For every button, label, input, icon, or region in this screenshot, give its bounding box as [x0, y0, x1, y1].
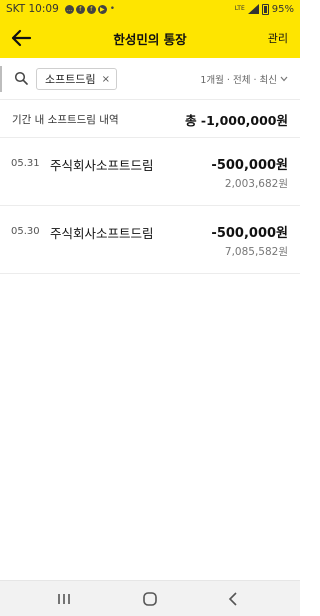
status-time: SKT 10:09 — [6, 3, 59, 15]
transaction-balance: 7,085,582원 — [224, 246, 288, 258]
filter-bar: 소프트드림 × 1개월 · 전체 · 최신 — [0, 58, 300, 100]
keyword-chip[interactable]: 소프트드림 × — [36, 68, 117, 90]
status-bar: SKT 10:09 … f f ▶ • LTE 95% — [0, 0, 300, 18]
facebook-icon: f — [75, 4, 85, 14]
facebook-icon: f — [86, 4, 96, 14]
summary-total: 총 -1,000,000원 — [185, 113, 288, 128]
transaction-balance: 2,003,682원 — [224, 178, 288, 190]
transaction-date: 05.31 — [11, 158, 40, 169]
transaction-date: 05.30 — [11, 226, 40, 237]
drawer-edge — [0, 66, 2, 92]
transaction-row[interactable]: 05.31 주식회사소프트드림 -500,000원 2,003,682원 — [0, 138, 300, 206]
battery-percent: 95% — [271, 3, 294, 15]
close-icon[interactable]: × — [102, 74, 110, 85]
app-bar: 한성민의 통장 관리 — [0, 18, 300, 58]
youtube-icon: ▶ — [97, 4, 107, 14]
transaction-amount: -500,000원 — [211, 158, 288, 173]
recents-icon[interactable] — [52, 589, 76, 609]
filter-options-label: 1개월 · 전체 · 최신 — [200, 75, 277, 86]
search-icon[interactable] — [14, 71, 28, 85]
keyword-chip-label: 소프트드림 — [45, 73, 96, 86]
system-nav-bar — [0, 580, 300, 616]
more-notifications-icon: • — [109, 4, 116, 14]
signal-icon — [247, 4, 259, 14]
transaction-row[interactable]: 05.30 주식회사소프트드림 -500,000원 7,085,582원 — [0, 206, 300, 274]
network-type: LTE — [234, 5, 245, 12]
transaction-name: 주식회사소프트드림 — [50, 158, 154, 173]
arrow-left-icon[interactable] — [10, 28, 32, 48]
home-icon[interactable] — [138, 589, 162, 609]
transaction-amount: -500,000원 — [211, 226, 288, 241]
filter-options-button[interactable]: 1개월 · 전체 · 최신 — [200, 72, 288, 86]
summary-row: 기간 내 소프트드림 내역 총 -1,000,000원 — [0, 100, 300, 138]
battery-icon — [261, 3, 269, 15]
page-title: 한성민의 통장 — [113, 32, 187, 47]
message-icon: … — [64, 4, 74, 14]
transaction-name: 주식회사소프트드림 — [50, 226, 154, 241]
chevron-down-icon — [280, 76, 288, 82]
manage-button[interactable]: 관리 — [268, 30, 288, 46]
summary-label: 기간 내 소프트드림 내역 — [12, 114, 119, 126]
status-right: LTE 95% — [234, 3, 294, 15]
back-chevron-icon[interactable] — [222, 589, 246, 609]
